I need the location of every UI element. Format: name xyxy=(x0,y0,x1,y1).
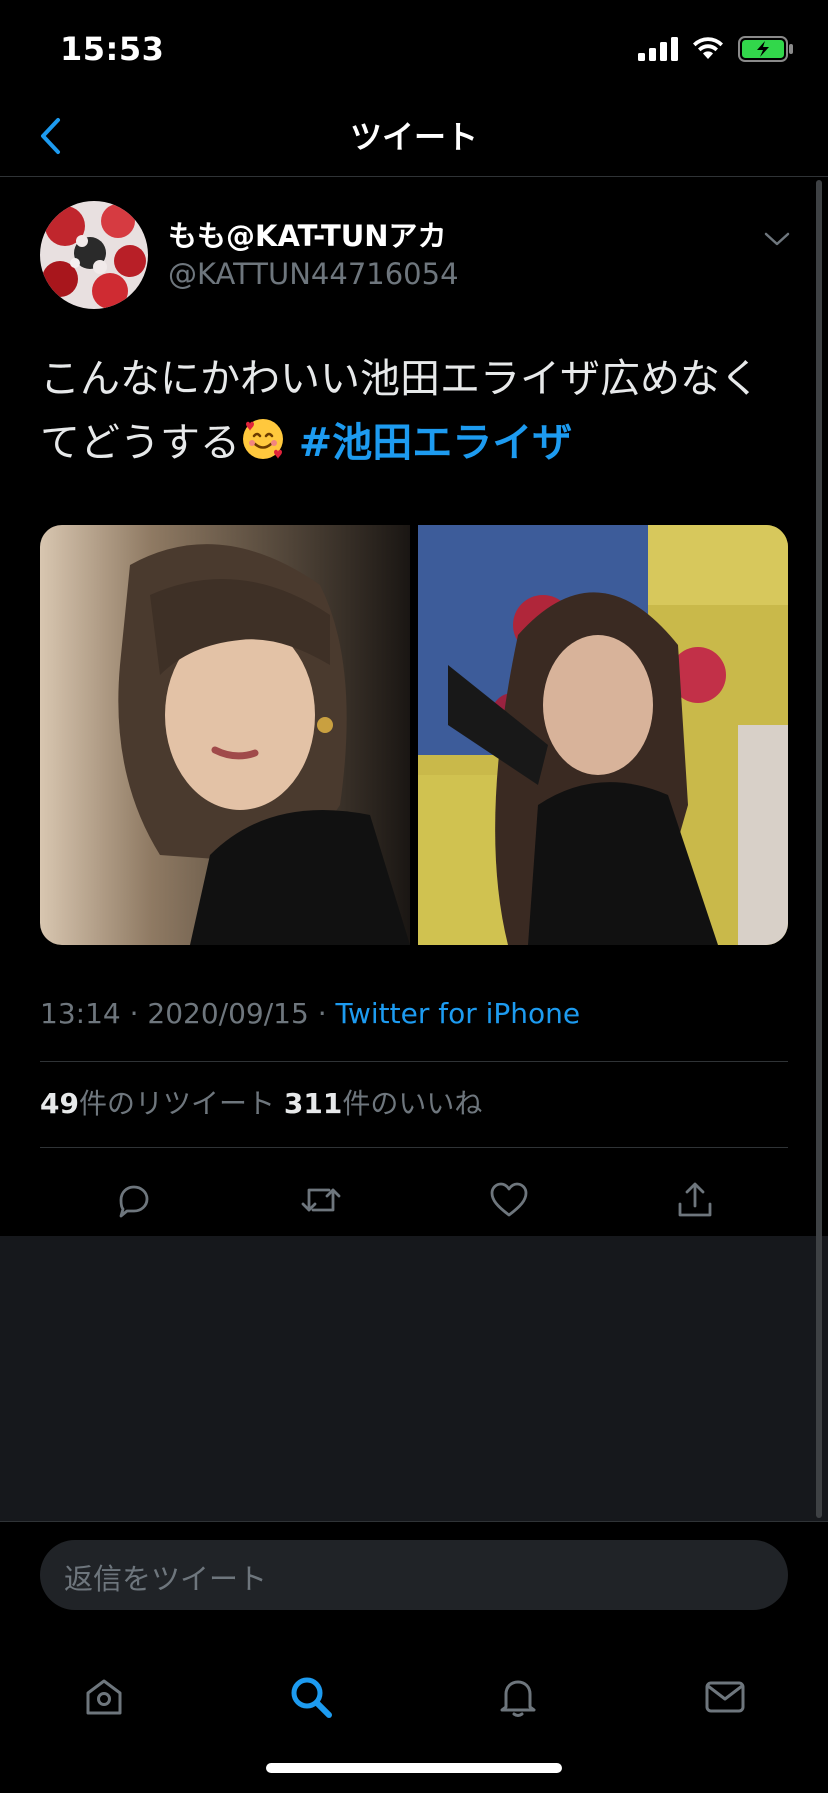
retweet-count: 49 xyxy=(40,1087,79,1120)
photo-2[interactable] xyxy=(418,525,788,945)
like-count: 311 xyxy=(283,1087,343,1120)
messages-icon xyxy=(705,1681,744,1713)
scrollbar[interactable] xyxy=(816,180,822,1518)
tab-search[interactable] xyxy=(281,1667,341,1727)
home-icon xyxy=(86,1679,121,1715)
share-icon[interactable] xyxy=(675,1180,715,1220)
reply-input[interactable]: 返信をツイート xyxy=(40,1540,788,1610)
reply-icon[interactable] xyxy=(113,1180,153,1220)
tab-messages[interactable] xyxy=(695,1667,755,1727)
page-title: ツイート xyxy=(349,118,478,156)
smiling-face-with-hearts-icon xyxy=(243,419,283,459)
chevron-down-icon[interactable] xyxy=(762,227,792,251)
status-bar: 15:53 xyxy=(0,0,828,100)
like-label: 件のいいね xyxy=(342,1087,483,1120)
retweet-stat[interactable]: 49件のリツイート xyxy=(40,1087,275,1120)
battery-icon xyxy=(738,36,793,62)
tweet-source[interactable]: Twitter for iPhone xyxy=(336,997,581,1030)
like-stat[interactable]: 311件のいいね xyxy=(284,1087,482,1120)
tweet-date: 2020/09/15 xyxy=(147,997,309,1030)
reply-placeholder: 返信をツイート xyxy=(64,1562,268,1596)
tweet-detail: もも@KAT-TUNアカ @KATTUN44716054 こんなにかわいい池田エ… xyxy=(0,177,828,1236)
retweet-icon[interactable] xyxy=(299,1180,343,1220)
bottom-bar: 返信をツイート xyxy=(0,1521,828,1793)
status-icons xyxy=(638,36,794,62)
tweet-time: 13:14 xyxy=(40,997,121,1030)
avatar[interactable] xyxy=(40,201,148,309)
status-time: 15:53 xyxy=(60,30,165,68)
media-grid xyxy=(40,525,788,945)
tweet-meta: 13:14 · 2020/09/15 · Twitter for iPhone xyxy=(40,997,581,1030)
tweet-stats: 49件のリツイート 311件のいいね xyxy=(40,1082,482,1122)
like-icon[interactable] xyxy=(489,1180,529,1220)
nav-bar: ツイート xyxy=(0,100,828,177)
tab-home[interactable] xyxy=(74,1667,134,1727)
empty-replies-area xyxy=(0,1236,828,1521)
photo-1[interactable] xyxy=(40,525,410,945)
retweet-label: 件のリツイート xyxy=(78,1087,275,1120)
tweet-actions xyxy=(40,1165,788,1235)
divider xyxy=(40,1061,788,1062)
divider xyxy=(40,1147,788,1148)
hashtag-link[interactable]: #池田エライザ xyxy=(299,420,573,466)
author-name[interactable]: もも@KAT-TUNアカ xyxy=(168,213,447,255)
author-handle[interactable]: @KATTUN44716054 xyxy=(168,257,459,291)
signal-icon xyxy=(638,37,678,61)
tab-bar xyxy=(0,1652,828,1742)
search-icon xyxy=(291,1677,332,1718)
notifications-icon xyxy=(500,1680,535,1717)
tab-notifications[interactable] xyxy=(488,1667,548,1727)
wifi-icon xyxy=(693,37,723,59)
tweet-text: こんなにかわいい池田エライザ広めなくてどうする #池田エライザ xyxy=(40,347,790,475)
home-indicator[interactable] xyxy=(266,1763,562,1773)
